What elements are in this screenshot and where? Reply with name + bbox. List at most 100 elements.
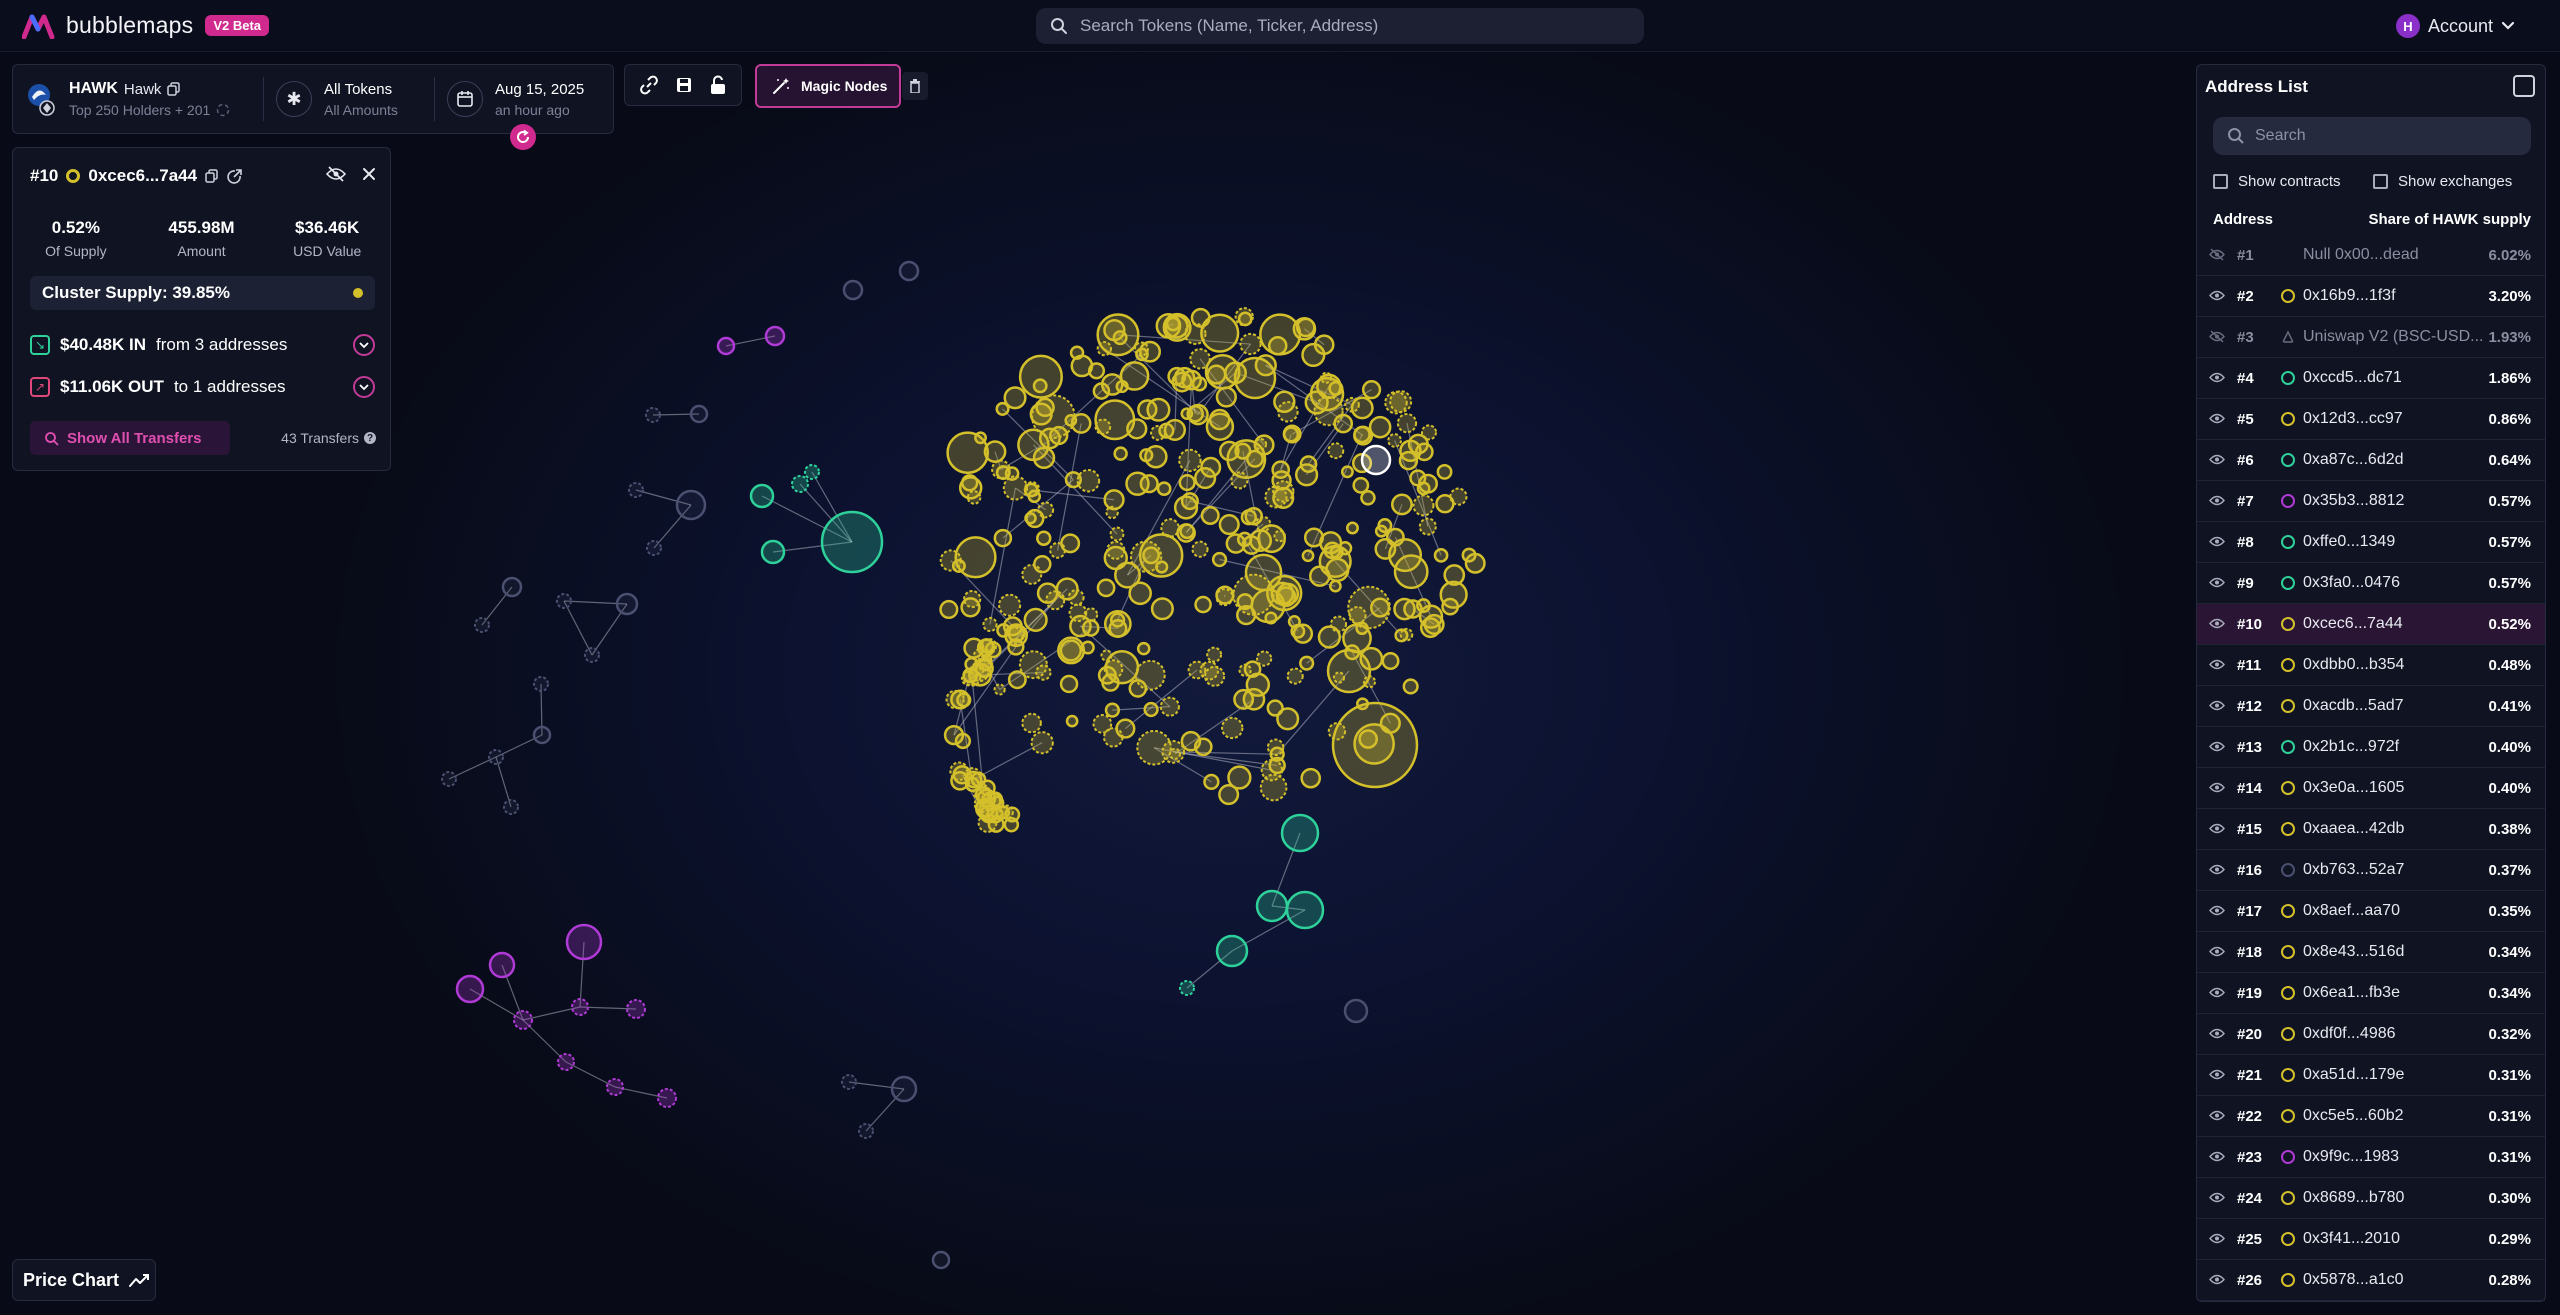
bubble-node[interactable] (1178, 474, 1196, 492)
bubble-node[interactable] (657, 1088, 677, 1108)
bubble-node[interactable] (1092, 382, 1111, 400)
bubble-node[interactable] (689, 404, 709, 424)
bubble-node[interactable] (533, 676, 549, 692)
bubble-node[interactable] (1024, 511, 1037, 525)
bubble-node[interactable] (1187, 403, 1209, 426)
bubble-node[interactable] (646, 540, 662, 556)
visibility-eye-icon[interactable] (2209, 1027, 2225, 1040)
large-bubble-node[interactable] (1233, 356, 1277, 400)
bubble-node[interactable] (1245, 449, 1264, 468)
bubble-node[interactable] (1301, 342, 1326, 368)
bubble-node[interactable] (1136, 641, 1151, 656)
bubble-node[interactable] (1097, 665, 1117, 685)
visibility-eye-icon[interactable] (2209, 658, 2225, 671)
address-search-input[interactable]: Search (2213, 117, 2531, 155)
visibility-eye-icon[interactable] (2209, 576, 2225, 589)
bubble-node[interactable] (1002, 616, 1023, 637)
bubble-node[interactable] (1203, 773, 1220, 791)
bubble-node[interactable] (1359, 646, 1384, 671)
bubble-node[interactable] (1125, 471, 1150, 496)
table-row[interactable]: #21 0xa51d...179e 0.31% (2197, 1055, 2545, 1096)
table-row[interactable]: #16 0xb763...52a7 0.37% (2197, 850, 2545, 891)
bubble-node[interactable] (1194, 466, 1217, 490)
bubble-node[interactable] (1325, 557, 1350, 583)
expand-inflow-button[interactable] (353, 334, 375, 356)
bubble-node[interactable] (958, 476, 983, 500)
table-row[interactable]: #22 0xc5e5...60b2 0.31% (2197, 1096, 2545, 1137)
unlock-icon[interactable] (709, 75, 727, 95)
bubble-node[interactable] (1418, 473, 1438, 494)
visibility-eye-icon[interactable] (2209, 904, 2225, 917)
visibility-eye-icon[interactable] (2209, 1232, 2225, 1245)
table-row[interactable]: #18 0x8e43...516d 0.34% (2197, 932, 2545, 973)
token-selector[interactable]: HAWK Hawk Top 250 Holders + 201 (13, 65, 263, 133)
bubble-node[interactable] (1256, 650, 1273, 667)
bubble-node[interactable] (1267, 336, 1288, 356)
bubble-node[interactable] (1003, 816, 1020, 833)
bubble-node[interactable] (1065, 714, 1079, 728)
bubble-node[interactable] (820, 510, 884, 574)
table-row[interactable]: #6 0xa87c...6d2d 0.64% (2197, 440, 2545, 481)
bubble-node[interactable] (1352, 476, 1370, 494)
table-row[interactable]: #17 0x8aef...aa70 0.35% (2197, 891, 2545, 932)
bubble-node[interactable] (1191, 540, 1209, 558)
bubble-node[interactable] (993, 528, 1013, 548)
visibility-eye-icon[interactable] (2209, 535, 2225, 548)
bubble-node[interactable] (1109, 526, 1125, 542)
bubble-node[interactable] (1393, 597, 1416, 621)
bubble-node[interactable] (995, 805, 1011, 820)
bubble-node[interactable] (1036, 530, 1052, 546)
bubble-node[interactable] (1103, 727, 1124, 748)
bubble-node[interactable] (760, 539, 786, 565)
token-search-input[interactable]: Search Tokens (Name, Ticker, Address) (1036, 8, 1644, 44)
bubble-node[interactable] (1299, 455, 1318, 474)
table-row[interactable]: #5 0x12d3...cc97 0.86% (2197, 399, 2545, 440)
bubble-node[interactable] (1239, 332, 1262, 356)
bubble-node[interactable] (1108, 618, 1128, 638)
bubble-node[interactable] (1179, 980, 1195, 996)
bubble-node[interactable] (1285, 890, 1325, 930)
visibility-eye-icon[interactable] (2209, 248, 2225, 261)
bubble-node[interactable] (1418, 517, 1437, 536)
bubble-node[interactable] (1221, 716, 1244, 740)
bubble-node[interactable] (978, 638, 995, 654)
bubble-node[interactable] (1007, 638, 1025, 656)
bubble-node[interactable] (1218, 513, 1240, 536)
bubble-node[interactable] (1032, 378, 1048, 394)
bubble-node[interactable] (1165, 316, 1181, 332)
bubble-node[interactable] (626, 999, 646, 1019)
bubble-node[interactable] (1319, 531, 1343, 555)
delete-button[interactable] (902, 72, 928, 100)
bubble-node[interactable] (1333, 413, 1354, 434)
bubble-node[interactable] (488, 951, 516, 979)
bubble-node[interactable] (1204, 665, 1226, 687)
bubble-node[interactable] (1329, 615, 1348, 633)
bubble-node[interactable] (1236, 531, 1253, 548)
bubble-node[interactable] (1396, 413, 1418, 434)
bubble-node[interactable] (1113, 446, 1128, 461)
bubble-node[interactable] (1150, 597, 1174, 621)
bubble-node[interactable] (571, 998, 589, 1016)
table-row[interactable]: #4 0xccd5...dc71 1.86% (2197, 358, 2545, 399)
bubble-node[interactable] (1208, 408, 1231, 431)
bubble-node[interactable] (1464, 552, 1486, 574)
table-row[interactable]: #7 0x35b3...8812 0.57% (2197, 481, 2545, 522)
token-filter-selector[interactable]: ✱ All Tokens All Amounts (264, 65, 434, 133)
bubble-node[interactable] (1266, 699, 1284, 717)
visibility-eye-icon[interactable] (2209, 822, 2225, 835)
bubble-node[interactable] (954, 536, 997, 579)
visibility-eye-icon[interactable] (2209, 699, 2225, 712)
bubble-node[interactable] (716, 336, 736, 356)
bubble-node[interactable] (1059, 674, 1079, 694)
magic-nodes-button[interactable]: Magic Nodes (755, 64, 901, 108)
large-bubble-node[interactable] (1331, 701, 1419, 789)
close-icon[interactable] (362, 167, 376, 181)
visibility-eye-icon[interactable] (2209, 330, 2225, 343)
table-row[interactable]: #14 0x3e0a...1605 0.40% (2197, 768, 2545, 809)
bubble-node[interactable] (532, 725, 552, 745)
bubble-node[interactable] (1384, 390, 1408, 415)
bubble-node[interactable] (1243, 660, 1262, 679)
show-all-transfers-button[interactable]: Show All Transfers (30, 421, 230, 455)
bubble-node[interactable] (1094, 418, 1112, 436)
bubble-node[interactable] (1096, 313, 1140, 357)
